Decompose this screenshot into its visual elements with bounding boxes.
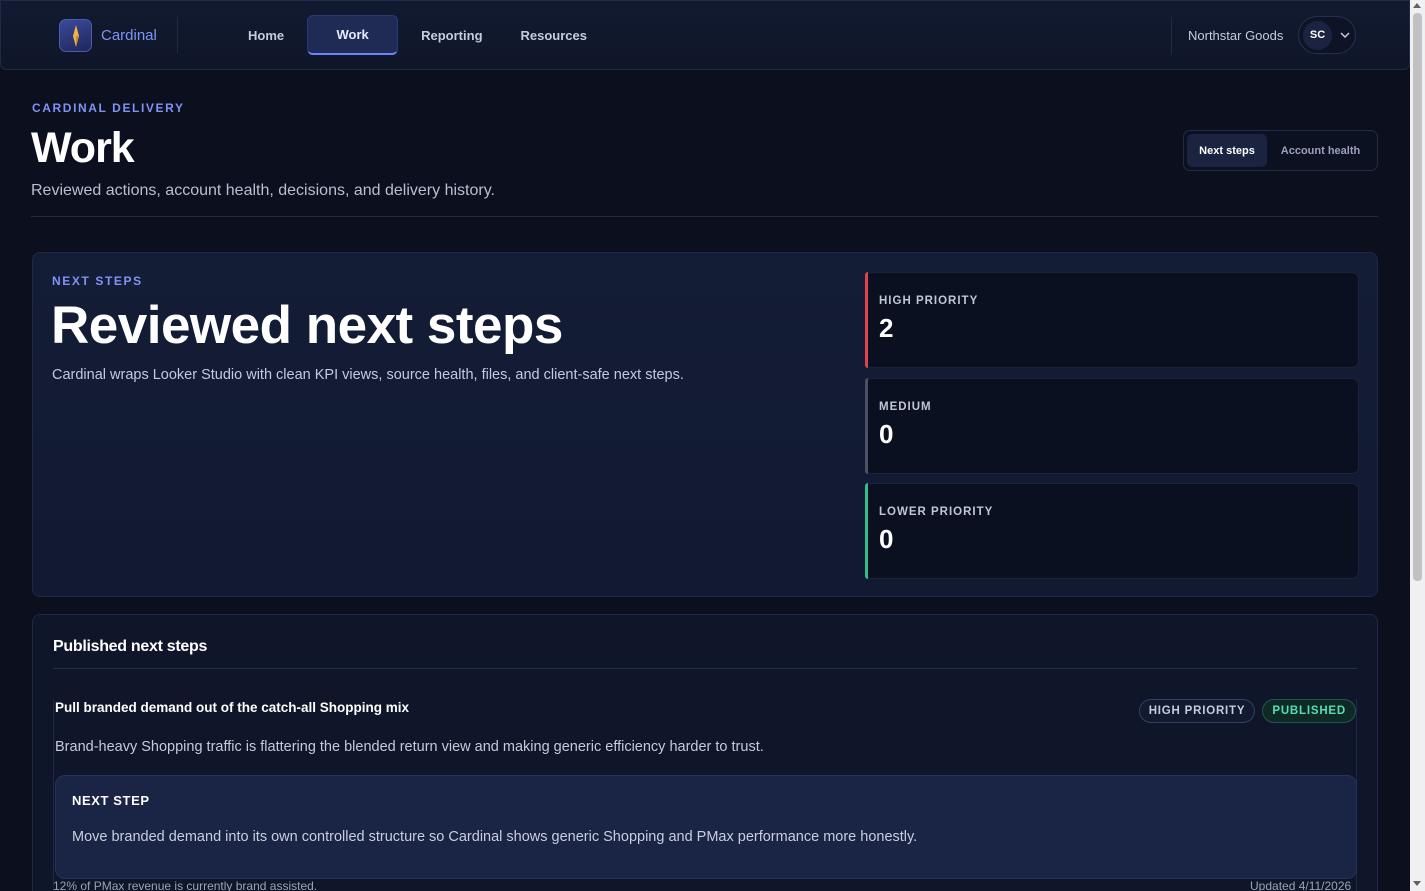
chevron-down-icon [1340, 32, 1350, 38]
stat-accent [865, 378, 868, 474]
scroll-up-arrow-icon[interactable] [1413, 3, 1421, 8]
stat-high-priority: HIGH PRIORITY 2 [865, 272, 1359, 368]
status-badge: PUBLISHED [1262, 699, 1356, 723]
nav-reporting[interactable]: Reporting [402, 15, 501, 55]
divider [53, 668, 1357, 669]
nav-home[interactable]: Home [229, 15, 303, 55]
tab-account-health[interactable]: Account health [1267, 134, 1374, 167]
stat-label: LOWER PRIORITY [879, 506, 994, 518]
scroll-down-arrow-icon[interactable] [1413, 881, 1421, 886]
stat-label: MEDIUM [879, 401, 932, 413]
published-next-steps: Published next steps Pull branded demand… [32, 614, 1378, 891]
brand-link[interactable]: Cardinal [59, 19, 157, 52]
tab-next-steps[interactable]: Next steps [1187, 134, 1267, 167]
divider [177, 17, 178, 53]
nav-work[interactable]: Work [307, 15, 399, 55]
next-steps-summary: NEXT STEPS Reviewed next steps Cardinal … [32, 252, 1378, 597]
stat-value: 0 [879, 419, 894, 449]
scrollbar-thumb[interactable] [1413, 13, 1422, 581]
section-description: Cardinal wraps Looker Studio with clean … [52, 367, 684, 383]
updated-timestamp: Updated 4/11/2026 [1250, 879, 1352, 891]
next-step-card: NEXT STEP Move branded demand into its o… [55, 775, 1357, 879]
nav-resources[interactable]: Resources [502, 15, 606, 55]
divider [1171, 17, 1172, 55]
avatar: SC [1303, 20, 1332, 50]
stat-accent [865, 272, 868, 368]
next-step-text: Move branded demand into its own control… [72, 829, 918, 845]
stat-accent [865, 483, 868, 579]
stat-value: 2 [879, 313, 894, 343]
item-badges: HIGH PRIORITY PUBLISHED [1138, 699, 1356, 723]
stat-value: 0 [879, 524, 894, 554]
org-name: Northstar Goods [1188, 28, 1284, 43]
list-item[interactable]: Pull branded demand out of the catch-all… [53, 699, 1357, 891]
view-toggle: Next steps Account health [1183, 130, 1378, 171]
section-title: Reviewed next steps [51, 296, 563, 355]
page-title: Work [31, 124, 135, 172]
divider [31, 216, 1378, 217]
section-title: Published next steps [53, 638, 208, 655]
compass-logo-icon [59, 19, 92, 52]
item-footnote: 12% of PMax revenue is currently brand a… [53, 879, 318, 891]
item-description: Brand-heavy Shopping traffic is flatteri… [55, 739, 764, 755]
stat-label: HIGH PRIORITY [879, 295, 979, 307]
section-eyebrow: NEXT STEPS [52, 274, 143, 288]
top-nav: Cardinal Home Work Reporting Resources N… [0, 0, 1410, 70]
item-title: Pull branded demand out of the catch-all… [55, 700, 410, 715]
next-step-label: NEXT STEP [72, 793, 150, 808]
stat-lower-priority: LOWER PRIORITY 0 [865, 483, 1359, 579]
user-menu-button[interactable]: SC [1298, 16, 1356, 54]
page-subtitle: Reviewed actions, account health, decisi… [31, 182, 495, 199]
stat-medium: MEDIUM 0 [865, 378, 1359, 474]
brand-name: Cardinal [101, 27, 157, 44]
main-nav: Home Work Reporting Resources [229, 15, 606, 55]
priority-badge: HIGH PRIORITY [1138, 699, 1256, 723]
page-eyebrow: CARDINAL DELIVERY [32, 101, 185, 115]
